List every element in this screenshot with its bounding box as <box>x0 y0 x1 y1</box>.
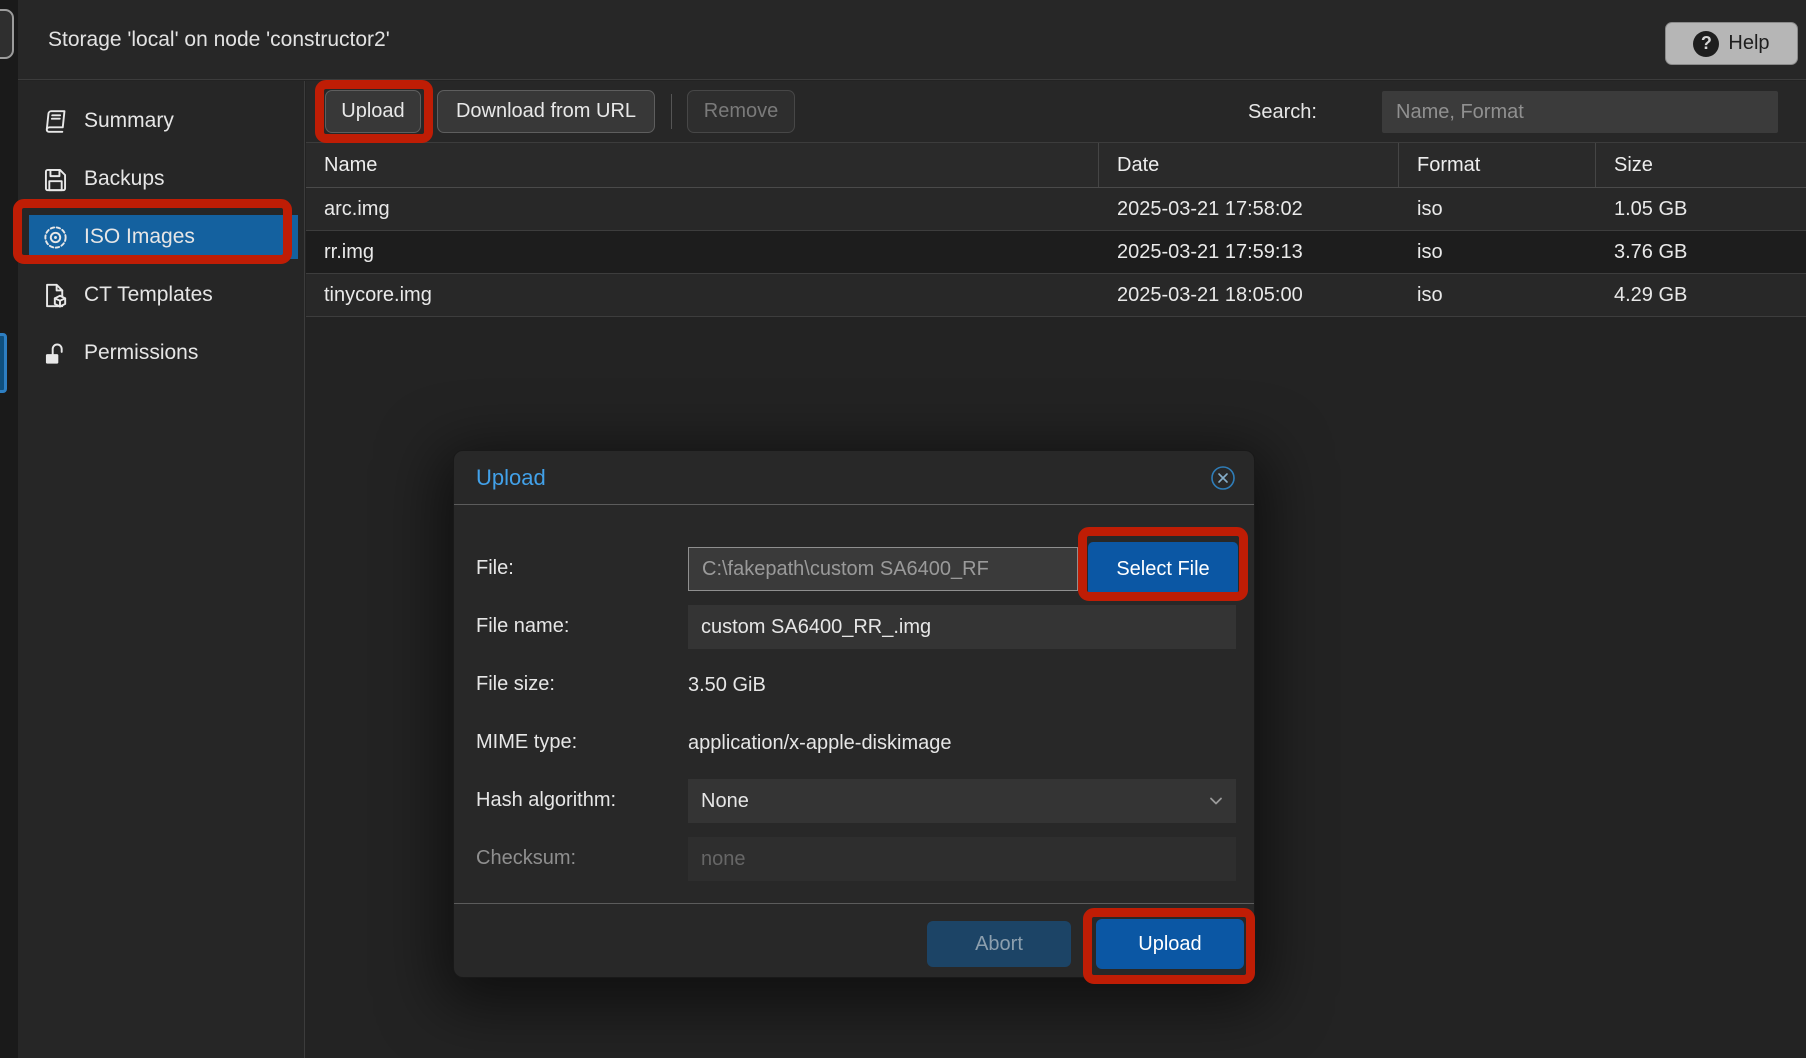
table-row[interactable]: rr.img 2025-03-21 17:59:13 iso 3.76 GB <box>306 231 1806 274</box>
sidebar-item-label: ISO Images <box>84 225 195 249</box>
hash-field-wrap: None <box>688 779 1236 823</box>
sidebar-item-label: Summary <box>84 109 174 133</box>
abort-button[interactable]: Abort <box>927 921 1071 967</box>
table-row[interactable]: arc.img 2025-03-21 17:58:02 iso 1.05 GB <box>306 188 1806 231</box>
cell-format: iso <box>1399 274 1596 316</box>
file-cube-icon <box>42 282 69 309</box>
cell-name: arc.img <box>306 188 1099 230</box>
question-icon: ? <box>1693 31 1719 57</box>
sidebar-item-backups[interactable]: Backups <box>18 157 304 201</box>
cell-date: 2025-03-21 17:58:02 <box>1099 188 1399 230</box>
unlock-icon <box>42 340 69 367</box>
chevron-down-icon <box>1206 791 1226 817</box>
cell-name: rr.img <box>306 231 1099 273</box>
checksum-input[interactable] <box>688 837 1236 881</box>
column-header-format[interactable]: Format <box>1399 143 1596 187</box>
cell-date: 2025-03-21 18:05:00 <box>1099 274 1399 316</box>
column-header-name[interactable]: Name <box>306 143 1099 187</box>
cell-format: iso <box>1399 231 1596 273</box>
table-row[interactable]: tinycore.img 2025-03-21 18:05:00 iso 4.2… <box>306 274 1806 317</box>
sidebar-nav: Summary Backups <box>18 99 304 389</box>
collapsed-panel-tab <box>0 9 14 59</box>
mime-type-value: application/x-apple-diskimage <box>688 721 951 765</box>
cell-size: 1.05 GB <box>1596 188 1806 230</box>
sidebar-item-permissions[interactable]: Permissions <box>18 331 304 375</box>
file-label: File: <box>476 557 514 580</box>
left-edge-strip <box>0 0 18 1058</box>
close-icon[interactable] <box>1208 463 1238 493</box>
file-field-wrap: C:\fakepath\custom SA6400_RF <box>688 547 1078 591</box>
sidebar-item-ct-templates[interactable]: CT Templates <box>18 273 304 317</box>
checksum-field-wrap <box>688 837 1236 881</box>
dialog-footer: Abort Upload <box>454 903 1254 979</box>
cell-format: iso <box>1399 188 1596 230</box>
file-name-field-wrap: custom SA6400_RR_.img <box>688 605 1236 649</box>
page-title: Storage 'local' on node 'constructor2' <box>48 0 390 80</box>
panel-titlebar: Storage 'local' on node 'constructor2' ?… <box>18 0 1806 80</box>
mime-type-label: MIME type: <box>476 731 577 754</box>
toolbar: Upload Download from URL Remove Search: <box>306 81 1806 143</box>
cell-size: 4.29 GB <box>1596 274 1806 316</box>
table-header: Name Date Format Size <box>306 143 1806 188</box>
cropped-selection-fragment <box>0 333 7 393</box>
cell-size: 3.76 GB <box>1596 231 1806 273</box>
select-file-button[interactable]: Select File <box>1088 542 1238 596</box>
file-name-label: File name: <box>476 615 569 638</box>
file-size-label: File size: <box>476 673 555 696</box>
upload-dialog: Upload File: C:\fakepath\custom SA6400_R… <box>453 450 1255 978</box>
search-label: Search: <box>1248 81 1317 143</box>
download-from-url-button[interactable]: Download from URL <box>437 90 655 133</box>
sidebar-item-label: Permissions <box>84 341 198 365</box>
cell-name: tinycore.img <box>306 274 1099 316</box>
help-button[interactable]: ? Help <box>1665 22 1798 65</box>
file-size-value: 3.50 GiB <box>688 663 766 707</box>
hash-algorithm-label: Hash algorithm: <box>476 789 616 812</box>
disc-icon <box>42 224 69 251</box>
sidebar-item-label: Backups <box>84 167 165 191</box>
sidebar-item-label: CT Templates <box>84 283 213 307</box>
toolbar-separator <box>671 94 672 129</box>
sidebar-item-summary[interactable]: Summary <box>18 99 304 143</box>
dialog-header[interactable]: Upload <box>454 451 1254 504</box>
upload-button[interactable]: Upload <box>325 90 421 133</box>
column-header-date[interactable]: Date <box>1099 143 1399 187</box>
search-input[interactable] <box>1382 91 1778 133</box>
hash-algorithm-value: None <box>701 790 749 813</box>
checksum-label: Checksum: <box>476 847 576 870</box>
file-name-input[interactable]: custom SA6400_RR_.img <box>688 605 1236 649</box>
sidebar-item-iso-images[interactable]: ISO Images <box>29 215 298 259</box>
book-icon <box>42 108 69 135</box>
column-header-size[interactable]: Size <box>1596 143 1806 187</box>
cell-date: 2025-03-21 17:59:13 <box>1099 231 1399 273</box>
dialog-upload-button[interactable]: Upload <box>1096 919 1244 969</box>
remove-button[interactable]: Remove <box>687 90 795 133</box>
file-path-input[interactable]: C:\fakepath\custom SA6400_RF <box>688 547 1078 591</box>
dialog-title: Upload <box>476 465 546 491</box>
proxmox-storage-screen: Storage 'local' on node 'constructor2' ?… <box>0 0 1806 1058</box>
storage-sidebar: Summary Backups <box>18 81 305 1058</box>
hash-algorithm-select[interactable]: None <box>688 779 1236 823</box>
dialog-body: File: C:\fakepath\custom SA6400_RF Selec… <box>454 504 1254 903</box>
floppy-icon <box>42 166 69 193</box>
help-button-label: Help <box>1728 32 1769 55</box>
